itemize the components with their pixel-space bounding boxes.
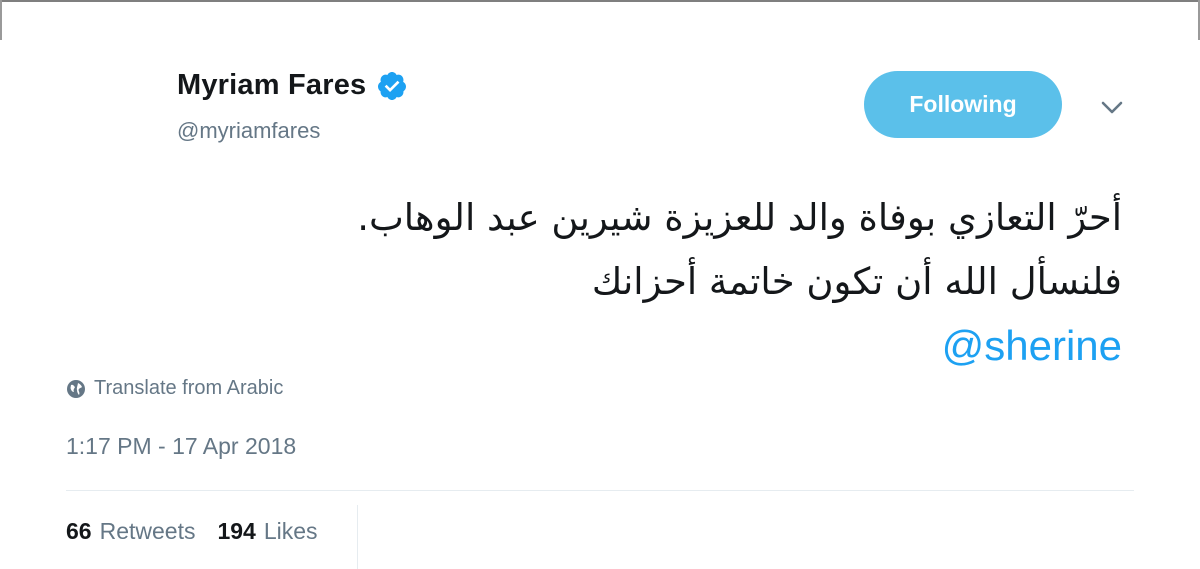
translate-label[interactable]: Translate from Arabic [94, 377, 283, 400]
retweets-stat[interactable]: 66 Retweets [66, 518, 195, 545]
likes-stat[interactable]: 194 Likes [217, 518, 317, 545]
tweet-timestamp[interactable]: 1:17 PM - 17 Apr 2018 [66, 433, 296, 460]
globe-icon [66, 379, 86, 399]
likes-label: Likes [263, 518, 318, 544]
following-button[interactable]: Following [864, 71, 1062, 138]
mention-link[interactable]: @sherine [942, 322, 1122, 369]
stats-vertical-divider [357, 505, 358, 569]
retweets-count: 66 [66, 518, 92, 544]
likes-count: 194 [217, 518, 256, 544]
translate-link[interactable]: Translate from Arabic [66, 377, 283, 400]
verified-badge-icon [376, 70, 408, 102]
tweet-stats: 66 Retweets 194 Likes [66, 518, 340, 545]
tweet-text: أحرّ التعازي بوفاة والد للعزيزة شيرين عب… [62, 186, 1122, 380]
author-name-row[interactable]: Myriam Fares [177, 68, 408, 102]
tweet-mention-line: @sherine [62, 314, 1122, 380]
author-name[interactable]: Myriam Fares [177, 69, 366, 102]
more-options-button[interactable] [1098, 96, 1126, 120]
chevron-down-icon [1101, 101, 1123, 114]
tweet-card: Myriam Fares @myriamfares Following أحرّ… [0, 0, 1200, 569]
window-left-border [0, 0, 2, 40]
stats-divider-top [66, 490, 1134, 491]
tweet-text-line-1: أحرّ التعازي بوفاة والد للعزيزة شيرين عب… [357, 196, 1122, 239]
author-handle[interactable]: @myriamfares [177, 118, 320, 144]
window-top-border [0, 0, 1200, 2]
retweets-label: Retweets [99, 518, 196, 544]
tweet-text-line-2: فلنسأل الله أن تكون خاتمة أحزانك [591, 260, 1122, 303]
